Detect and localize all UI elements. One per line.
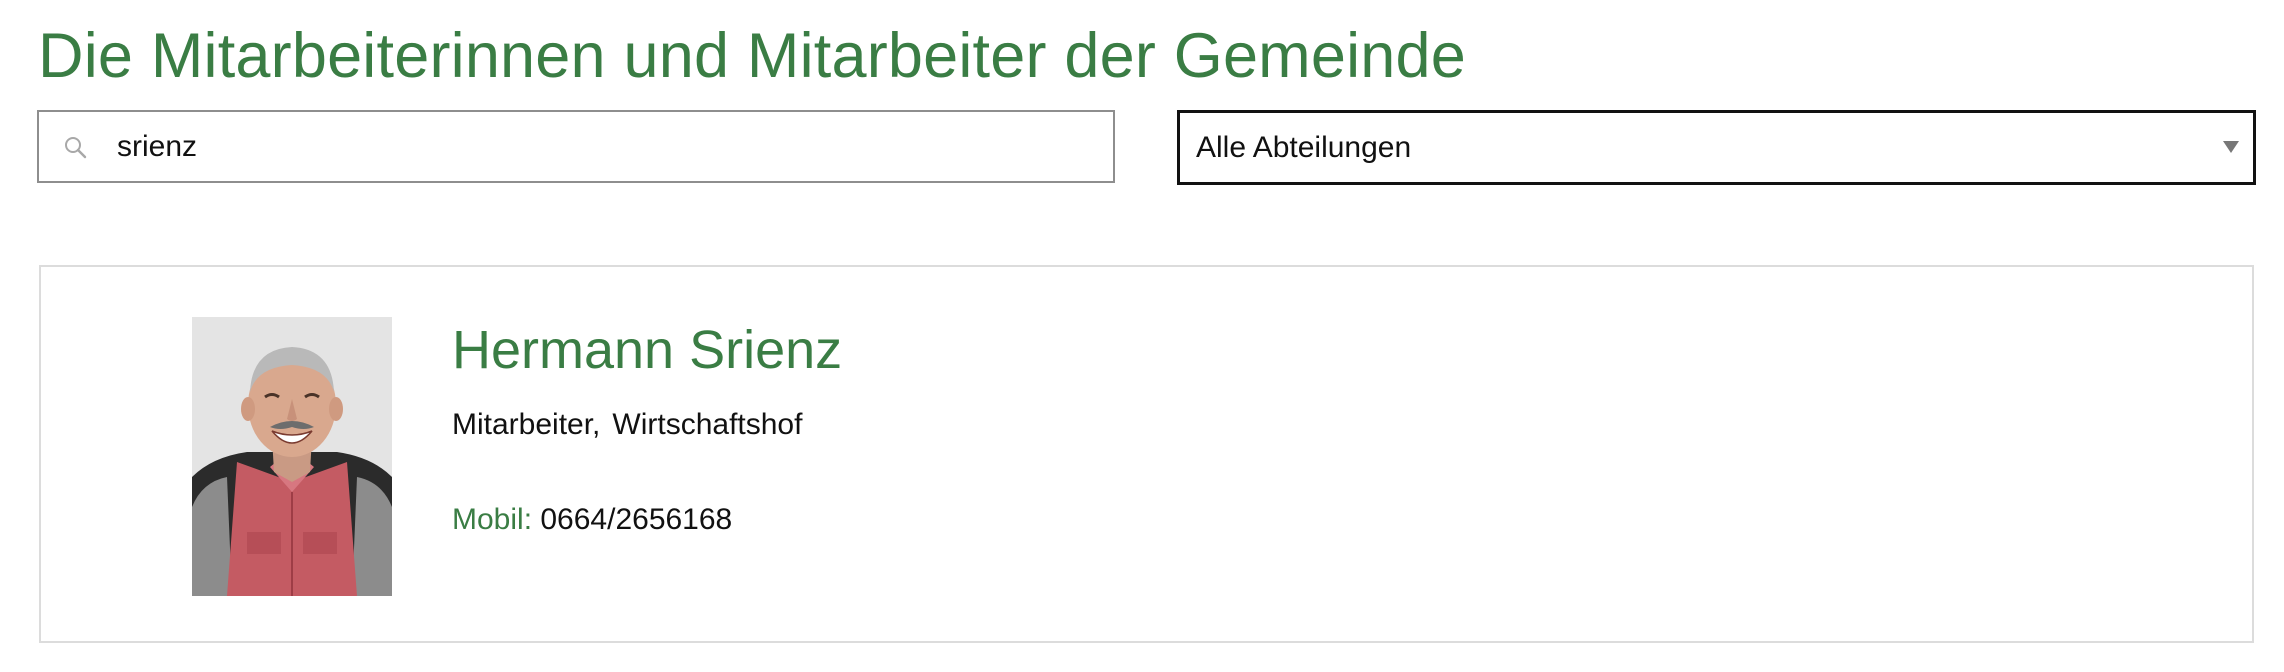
employee-department: Wirtschaftshof	[612, 408, 803, 441]
employee-photo	[192, 317, 392, 596]
employee-card: Hermann Srienz Mitarbeiter, Wirtschaftsho…	[39, 265, 2254, 643]
employee-mobile: Mobil: 0664/2656168	[452, 500, 732, 540]
mobile-number[interactable]: 0664/2656168	[540, 503, 732, 536]
department-select[interactable]: Alle Abteilungen	[1177, 110, 2256, 185]
mobile-label: Mobil:	[452, 503, 533, 536]
page: Die Mitarbeiterinnen und Mitarbeiter der…	[0, 0, 2284, 672]
page-title: Die Mitarbeiterinnen und Mitarbeiter der…	[38, 21, 1467, 91]
search-box[interactable]	[37, 110, 1115, 183]
employee-role: Mitarbeiter,	[452, 408, 601, 441]
chevron-down-icon	[2223, 141, 2239, 153]
employee-role-line: Mitarbeiter, Wirtschaftshof	[452, 405, 802, 445]
department-select-value: Alle Abteilungen	[1196, 131, 1412, 164]
search-icon	[65, 137, 87, 159]
search-input[interactable]	[117, 112, 1097, 181]
employee-name: Hermann Srienz	[452, 320, 843, 380]
